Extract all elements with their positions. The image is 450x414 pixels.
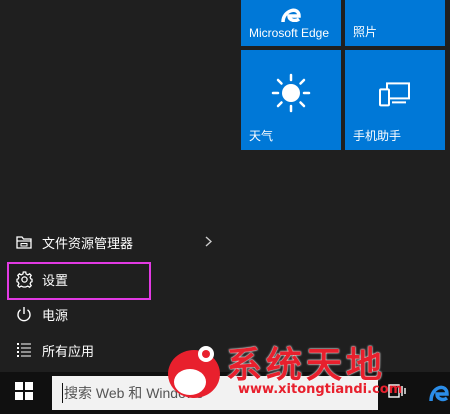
menu-item-power[interactable]: 电源 xyxy=(0,297,236,331)
settings-highlight-box xyxy=(7,262,151,300)
tile-weather[interactable]: 天气 xyxy=(241,50,341,150)
start-button[interactable] xyxy=(0,372,48,414)
start-menu-screen: Microsoft Edge 照片 天气 手机助手 文件资源管理器 设置 电源 … xyxy=(0,0,450,414)
tile-microsoft-edge[interactable]: Microsoft Edge xyxy=(241,0,341,46)
power-icon xyxy=(14,304,34,324)
sun-icon xyxy=(271,73,311,118)
edge-logo-icon xyxy=(428,385,450,409)
search-input[interactable]: 搜索 Web 和 Windows xyxy=(52,376,378,410)
list-icon xyxy=(14,340,34,360)
folder-icon xyxy=(14,232,34,252)
menu-item-all-apps[interactable]: 所有应用 xyxy=(0,333,236,367)
tile-label: 照片 xyxy=(353,25,378,39)
tile-label: 手机助手 xyxy=(353,129,402,143)
chevron-right-icon[interactable] xyxy=(205,235,213,250)
menu-item-file-explorer[interactable]: 文件资源管理器 xyxy=(0,225,236,259)
edge-logo-icon xyxy=(279,4,303,27)
menu-item-label: 所有应用 xyxy=(42,343,95,359)
menu-item-label: 电源 xyxy=(42,307,69,323)
task-view-button[interactable] xyxy=(382,372,412,414)
search-placeholder: 搜索 Web 和 Windows xyxy=(64,385,203,401)
tile-phone-companion[interactable]: 手机助手 xyxy=(345,50,445,150)
windows-logo-icon xyxy=(15,381,33,405)
tile-photos[interactable]: 照片 xyxy=(345,0,445,46)
taskbar-edge-button[interactable] xyxy=(428,381,450,405)
tile-label: Microsoft Edge xyxy=(249,26,330,40)
task-view-icon xyxy=(388,383,406,403)
text-caret xyxy=(62,383,63,403)
tile-label: 天气 xyxy=(249,129,274,143)
taskbar: 搜索 Web 和 Windows xyxy=(0,372,450,414)
phone-companion-icon xyxy=(378,81,412,112)
menu-item-label: 文件资源管理器 xyxy=(42,235,134,251)
